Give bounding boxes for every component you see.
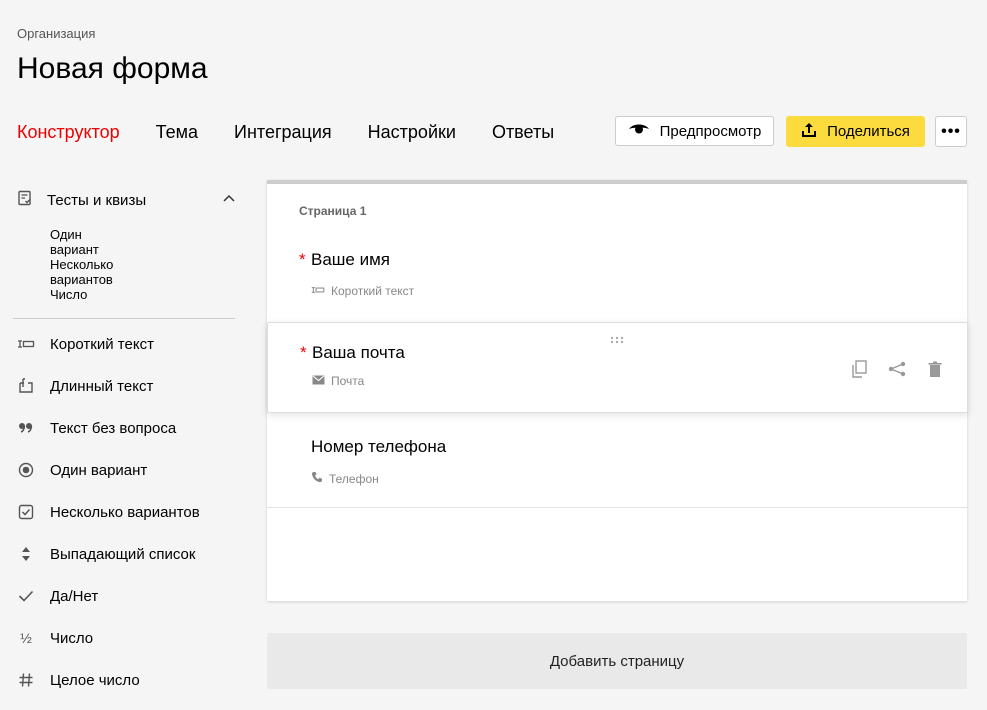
more-button[interactable]: ••• <box>935 116 967 147</box>
sidebar-item-label: Несколько вариантов <box>50 503 200 521</box>
question-email[interactable]: * Ваша почта Почта <box>267 322 968 413</box>
sidebar-item-label: Да/Нет <box>50 587 99 605</box>
sidebar-item-number[interactable]: ½ Число <box>17 627 247 649</box>
question-type: Телефон <box>311 471 379 486</box>
sidebar-item-label: Число <box>50 629 94 647</box>
preview-button[interactable]: Предпросмотр <box>615 116 774 146</box>
sidebar-item-multiple-choice[interactable]: Несколько вариантов <box>17 501 247 523</box>
sidebar-item-label: Целое число <box>50 671 140 689</box>
more-icon: ••• <box>941 122 961 140</box>
dropdown-icon <box>17 545 35 563</box>
quote-icon <box>17 419 35 437</box>
sidebar-item-integer[interactable]: Целое число <box>17 669 247 691</box>
sidebar-item-label: Один вариант <box>50 461 148 479</box>
question-title: Ваша почта <box>312 343 405 362</box>
question-name[interactable]: * Ваше имя Короткий текст <box>267 230 967 320</box>
sidebar-item-label: Короткий текст <box>50 335 154 353</box>
share-label: Поделиться <box>827 123 910 140</box>
tab-answers[interactable]: Ответы <box>492 122 554 144</box>
share-button[interactable]: Поделиться <box>786 116 925 147</box>
check-icon <box>17 587 35 605</box>
phone-icon <box>311 471 323 486</box>
sidebar-item-label: Выпадающий список <box>50 545 196 563</box>
sidebar-group-tests[interactable]: Тесты и квизы <box>17 190 237 210</box>
question-type-label: Короткий текст <box>331 284 415 298</box>
tab-theme[interactable]: Тема <box>156 122 198 144</box>
page-end-divider <box>267 507 967 508</box>
preview-label: Предпросмотр <box>659 122 762 140</box>
sidebar-sub-item-single[interactable]: Один вариант <box>50 227 99 257</box>
short-text-icon <box>17 335 35 353</box>
sidebar-group-label: Тесты и квизы <box>47 191 147 209</box>
sidebar-item-dropdown[interactable]: Выпадающий список <box>17 543 247 565</box>
question-type: Почта <box>312 374 364 388</box>
required-star: * <box>299 250 306 269</box>
question-title: Номер телефона <box>311 437 447 456</box>
breadcrumb[interactable]: Организация <box>17 26 95 41</box>
eye-icon <box>628 122 650 140</box>
form-builder-page: Организация Новая форма Конструктор Тема… <box>0 0 987 710</box>
sidebar-item-yes-no[interactable]: Да/Нет <box>17 585 247 607</box>
quiz-icon <box>17 190 33 211</box>
hash-icon <box>17 671 35 689</box>
chevron-up-icon[interactable] <box>222 192 236 211</box>
trash-icon[interactable] <box>925 359 945 379</box>
sidebar-item-label: Текст без вопроса <box>50 419 177 437</box>
sidebar-item-long-text[interactable]: Длинный текст <box>17 375 247 397</box>
copy-icon[interactable] <box>849 359 869 379</box>
mail-icon <box>312 374 325 388</box>
question-actions <box>849 359 945 379</box>
sidebar-sub-item-number[interactable]: Число <box>50 287 87 302</box>
tab-bar: Конструктор Тема Интеграция Настройки От… <box>17 122 590 144</box>
sidebar-divider <box>13 318 235 319</box>
upload-icon <box>801 122 817 142</box>
add-page-button[interactable]: Добавить страницу <box>267 633 967 689</box>
sidebar-item-label: Длинный текст <box>50 377 154 395</box>
long-text-icon <box>17 377 35 395</box>
checkbox-icon <box>17 503 35 521</box>
question-title: Ваше имя <box>311 250 390 269</box>
short-text-icon <box>311 284 325 298</box>
tab-integration[interactable]: Интеграция <box>234 122 332 144</box>
question-type: Короткий текст <box>311 284 414 298</box>
question-phone[interactable]: Номер телефона Телефон <box>267 416 967 506</box>
fraction-icon: ½ <box>20 630 32 646</box>
sidebar-item-text-no-question[interactable]: Текст без вопроса <box>17 417 247 439</box>
drag-handle-icon[interactable] <box>610 331 624 349</box>
sidebar-item-short-text[interactable]: Короткий текст <box>17 333 247 355</box>
question-type-label: Почта <box>331 374 365 388</box>
tab-settings[interactable]: Настройки <box>368 122 456 144</box>
radio-icon <box>17 461 35 479</box>
page-label: Страница 1 <box>299 204 367 218</box>
tab-constructor[interactable]: Конструктор <box>17 122 120 144</box>
logic-share-icon[interactable] <box>887 359 907 379</box>
required-star: * <box>300 343 307 362</box>
question-type-label: Телефон <box>329 471 379 486</box>
sidebar-item-single-choice[interactable]: Один вариант <box>17 459 247 481</box>
sidebar-sub-item-multiple[interactable]: Несколько вариантов <box>50 257 113 287</box>
page-title[interactable]: Новая форма <box>17 52 208 86</box>
